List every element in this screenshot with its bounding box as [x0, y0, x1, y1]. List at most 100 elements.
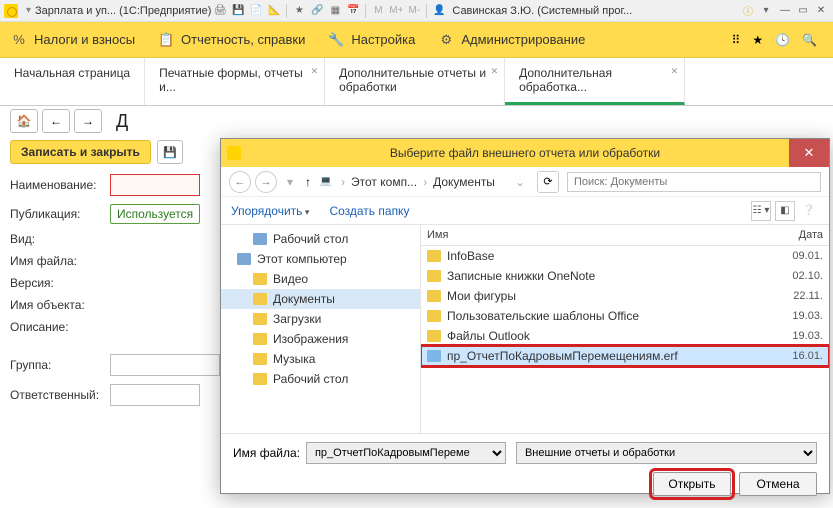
nav-settings[interactable]: 🔧 Настройка: [327, 31, 415, 49]
tree-item[interactable]: Документы: [221, 289, 420, 309]
m-minus-icon[interactable]: M-: [406, 3, 422, 19]
back-button[interactable]: ←: [42, 109, 70, 133]
nav-label: Отчетность, справки: [181, 32, 305, 47]
tree-item[interactable]: Музыка: [221, 349, 420, 369]
save-close-button[interactable]: Записать и закрыть: [10, 140, 151, 164]
star-icon[interactable]: ★: [291, 3, 307, 19]
percent-icon: %: [10, 31, 28, 49]
forward-button[interactable]: →: [74, 109, 102, 133]
tree-item[interactable]: Этот компьютер: [221, 249, 420, 269]
refresh-button[interactable]: ⟳: [537, 171, 559, 193]
help-icon[interactable]: ❔: [799, 201, 819, 221]
filetype-combo[interactable]: Внешние отчеты и обработки: [516, 442, 817, 464]
organize-menu[interactable]: Упорядочить: [231, 204, 309, 218]
responsible-label: Ответственный:: [10, 388, 110, 402]
preview-pane-button[interactable]: ◧: [775, 201, 795, 221]
publication-label: Публикация:: [10, 207, 110, 221]
tree-item[interactable]: Рабочий стол: [221, 229, 420, 249]
dialog-close-button[interactable]: ✕: [789, 139, 829, 167]
minimize-button[interactable]: —: [777, 4, 793, 18]
tree-item[interactable]: Загрузки: [221, 309, 420, 329]
close-icon[interactable]: ✕: [311, 64, 319, 78]
history-icon[interactable]: 🕓: [775, 33, 790, 47]
chevron-up-icon[interactable]: ▾: [287, 175, 293, 189]
filename-combo[interactable]: пр_ОтчетПоКадровымПереме: [306, 442, 506, 464]
maximize-button[interactable]: ▭: [795, 4, 811, 18]
close-button[interactable]: ✕: [813, 4, 829, 18]
tree-label: Изображения: [273, 332, 348, 346]
chevron-down-icon[interactable]: ⌄: [515, 175, 525, 189]
col-date[interactable]: Дата: [773, 229, 823, 241]
file-list: Имя Дата InfoBase09.01.Записные книжки O…: [421, 225, 829, 433]
file-date: 19.03.: [773, 310, 823, 322]
doc-icon[interactable]: 📄: [248, 3, 264, 19]
open-button[interactable]: Открыть: [653, 472, 731, 496]
table-icon[interactable]: ▦: [327, 3, 343, 19]
tab-printforms[interactable]: Печатные формы, отчеты и... ✕: [145, 58, 325, 105]
page-title: Д: [116, 111, 128, 132]
tree-item[interactable]: Рабочий стол: [221, 369, 420, 389]
name-input[interactable]: [110, 174, 200, 196]
close-icon[interactable]: ✕: [671, 64, 679, 78]
nav-up-button[interactable]: ↑: [305, 175, 311, 189]
file-row[interactable]: Файлы Outlook19.03.: [421, 326, 829, 346]
nav-taxes[interactable]: % Налоги и взносы: [10, 31, 135, 49]
print-icon[interactable]: 🖨: [212, 3, 228, 19]
m-plus-icon[interactable]: M+: [388, 3, 404, 19]
file-row[interactable]: Пользовательские шаблоны Office19.03.: [421, 306, 829, 326]
tab-label: Дополнительная обработка...: [519, 66, 612, 94]
tab-extra-reports[interactable]: Дополнительные отчеты и обработки ✕: [325, 58, 505, 105]
file-row[interactable]: InfoBase09.01.: [421, 246, 829, 266]
home-button[interactable]: 🏠: [10, 109, 38, 133]
group-label: Группа:: [10, 358, 110, 372]
m-icon[interactable]: M: [370, 3, 386, 19]
search-input[interactable]: [567, 172, 821, 192]
nav-back-button[interactable]: ←: [229, 171, 251, 193]
file-name: Файлы Outlook: [447, 329, 773, 343]
dialog-titlebar: Выберите файл внешнего отчета или обрабо…: [221, 139, 829, 167]
tree-label: Рабочий стол: [273, 372, 348, 386]
file-date: 22.11.: [773, 290, 823, 302]
link-icon[interactable]: 🔗: [309, 3, 325, 19]
nav-reports[interactable]: 📋 Отчетность, справки: [157, 31, 305, 49]
favorites-icon[interactable]: ★: [752, 33, 763, 47]
save-icon[interactable]: 💾: [230, 3, 246, 19]
folder-icon: [253, 293, 267, 305]
breadcrumb-item[interactable]: Документы: [433, 175, 495, 189]
file-date: 02.10.: [773, 270, 823, 282]
wrench-icon: 🔧: [327, 31, 345, 49]
tab-home[interactable]: Начальная страница: [0, 58, 145, 105]
tab-extra-processing[interactable]: Дополнительная обработка... ✕: [505, 58, 685, 105]
tree-item[interactable]: Изображения: [221, 329, 420, 349]
dropdown-icon[interactable]: ▾: [26, 5, 31, 16]
publication-value[interactable]: Используется: [110, 204, 200, 224]
dropdown-icon[interactable]: ▾: [758, 3, 774, 19]
view-mode-button[interactable]: ☷ ▾: [751, 201, 771, 221]
calc-icon[interactable]: 📐: [266, 3, 282, 19]
file-row[interactable]: пр_ОтчетПоКадровымПеремещениям.erf16.01.: [421, 346, 829, 366]
folder-icon: [427, 270, 441, 282]
breadcrumb-item[interactable]: Этот комп...: [351, 175, 417, 189]
responsible-input[interactable]: [110, 384, 200, 406]
folder-icon: [427, 290, 441, 302]
file-name: InfoBase: [447, 249, 773, 263]
group-input[interactable]: [110, 354, 220, 376]
nav-admin[interactable]: ⚙ Администрирование: [437, 31, 585, 49]
col-name[interactable]: Имя: [427, 229, 773, 241]
folder-icon: [253, 373, 267, 385]
close-icon[interactable]: ✕: [491, 64, 499, 78]
separator: [426, 4, 427, 18]
tree-label: Загрузки: [273, 312, 321, 326]
cancel-button[interactable]: Отмена: [739, 472, 817, 496]
apps-icon[interactable]: ⠿: [732, 33, 741, 47]
new-folder-button[interactable]: Создать папку: [329, 204, 409, 218]
save-button[interactable]: 💾: [157, 140, 183, 164]
file-row[interactable]: Мои фигуры22.11.: [421, 286, 829, 306]
nav-forward-button[interactable]: →: [255, 171, 277, 193]
calendar-icon[interactable]: 📅: [345, 3, 361, 19]
objectname-label: Имя объекта:: [10, 298, 110, 312]
search-icon[interactable]: 🔍: [802, 33, 817, 47]
tree-item[interactable]: Видео: [221, 269, 420, 289]
file-row[interactable]: Записные книжки OneNote02.10.: [421, 266, 829, 286]
info-icon[interactable]: ⓘ: [740, 3, 756, 19]
